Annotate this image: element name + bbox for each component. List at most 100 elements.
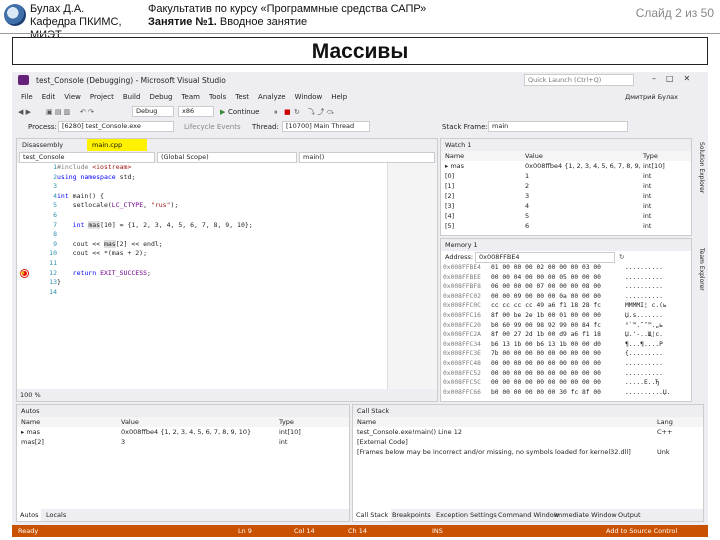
code-line[interactable] [57,230,383,240]
menu-item-team[interactable]: Team [181,90,200,104]
continue-button[interactable]: Continue [228,107,259,117]
undo-icon[interactable]: ↶ ↷ [80,107,94,117]
cell: 1 [525,172,530,180]
code-line[interactable]: int main() { [57,192,383,202]
column-header[interactable]: Name [357,417,657,427]
project-dropdown[interactable]: test_Console [19,152,155,163]
course-title: Факультатив по курсу «Программные средст… [148,3,427,15]
menu-item-window[interactable]: Window [295,90,323,104]
column-header[interactable]: Type [643,151,683,161]
process-dropdown[interactable]: [6280] test_Console.exe [58,121,174,132]
tab-disassembly[interactable]: Disassembly [17,139,68,151]
user-name[interactable]: Дмитрий Булах [625,93,678,101]
autos-row[interactable]: ▸ mas 0x008ffbe4 {1, 2, 3, 4, 5, 6, 7, 8,… [17,427,349,437]
thread-dropdown[interactable]: [10700] Main Thread [282,121,370,132]
new-project-icon[interactable]: ▣ ▤ ▥ [46,107,70,117]
memory-bytes: b0 00 00 00 00 00 30 fc 8f 00 [491,388,601,396]
zoom-level[interactable]: 100 % [20,391,41,399]
column-header[interactable]: Value [525,151,643,161]
member-dropdown[interactable]: main() [299,152,435,163]
editor-tabs: Disassembly main.cpp [17,139,437,151]
tab-immediate-window[interactable]: Immediate Window [551,509,620,521]
code-line[interactable] [57,182,383,192]
quick-launch-input[interactable]: Quick Launch (Ctrl+Q) [524,74,634,86]
refresh-icon[interactable]: ↻ [619,251,624,263]
code-line[interactable] [57,211,383,221]
line-number: 7 [53,220,57,229]
code-line[interactable] [57,259,383,269]
window-controls[interactable]: –□✕ [652,74,700,83]
break-all-icon[interactable]: ⏸ [274,107,278,117]
platform-dropdown[interactable]: x86 [178,106,214,117]
code-line[interactable]: cout << *(mas + 2); [57,249,383,259]
callstack-row[interactable]: test_Console.exe!main() Line 12 C++ [353,427,703,437]
add-to-source-control[interactable]: Add to Source Control [606,525,677,537]
tab-call-stack[interactable]: Call Stack [353,509,392,521]
menu-item-tools[interactable]: Tools [209,90,226,104]
column-header[interactable]: Type [279,417,339,427]
menu-item-debug[interactable]: Debug [149,90,172,104]
menu-item-edit[interactable]: Edit [42,90,56,104]
code-line[interactable]: using namespace std; [57,173,383,183]
stack-frame-dropdown[interactable]: main [488,121,628,132]
watch-row[interactable]: [5] 6 int [441,221,691,231]
column-header[interactable]: Lang [657,417,697,427]
cell: int [643,212,652,220]
column-header[interactable]: Name [21,417,121,427]
grid-header: Name Value Type [441,151,691,161]
code-line[interactable]: #include <iostream> [57,163,383,173]
continue-icon[interactable]: ▶ [220,107,225,117]
watch-row[interactable]: ▸ mas 0x008ffbe4 {1, 2, 3, 4, 5, 6, 7, 8,… [441,161,691,171]
cell: 3 [121,438,126,446]
menu-item-project[interactable]: Project [90,90,114,104]
menu-item-test[interactable]: Test [235,90,249,104]
callstack-row[interactable]: [Frames below may be incorrect and/or mi… [353,447,703,457]
memory-chars: ММММІ¦ c.(ь [625,302,667,310]
tab-breakpoints[interactable]: Breakpoints [389,509,434,521]
code-line[interactable]: int mas[10] = {1, 2, 3, 4, 5, 6, 7, 8, 9… [57,220,383,231]
watch-row[interactable]: [3] 4 int [441,201,691,211]
menu-item-file[interactable]: File [21,90,33,104]
menu-item-build[interactable]: Build [123,90,141,104]
memory-chars: ¶...¶....Р [625,340,663,348]
column-header[interactable]: Name [445,151,525,161]
tab-locals[interactable]: Locals [43,509,69,521]
code-line[interactable]: cout << mas[2] << endl; [57,239,383,250]
thread-label: Thread: [252,123,279,131]
scrollbar-map[interactable] [387,163,437,389]
watch-row[interactable]: [4] 5 int [441,211,691,221]
code-line[interactable] [57,288,383,298]
autos-grid: Name Value Type ▸ mas 0x008ffbe4 {1, 2, 3, 4… [17,417,349,497]
slide-number: Слайд 2 из 50 [635,6,714,20]
menu-item-help[interactable]: Help [331,90,347,104]
lifecycle-events[interactable]: Lifecycle Events [184,122,241,132]
line-number-gutter[interactable]: 1 2 3 4 5 6 7 8 9 10 11 12 13 14 ➜ [17,163,57,389]
code-area[interactable]: #include <iostream> using namespace std; … [57,163,383,389]
code-line[interactable]: return EXIT_SUCCESS; [57,269,383,279]
memory-address-input[interactable]: 0x008FFBE4 [475,252,615,263]
team-explorer-tab[interactable]: Team Explorer [698,248,705,291]
config-dropdown[interactable]: Debug [132,106,174,117]
tab-output[interactable]: Output [615,509,644,521]
code-line[interactable]: } [57,278,383,288]
code-line[interactable]: setlocale(LC_CTYPE, "rus"); [57,201,383,211]
menu-item-view[interactable]: View [64,90,81,104]
memory-chars: .......... [625,369,663,377]
navigate-back-icon[interactable]: ◀ ▶ [18,107,31,117]
restart-icon[interactable]: ↻ [294,107,300,117]
tab-autos[interactable]: Autos [17,509,42,521]
watch-row[interactable]: [0] 1 int [441,171,691,181]
autos-row[interactable]: mas[2] 3 int [17,437,349,447]
menu-item-analyze[interactable]: Analyze [258,90,286,104]
column-header[interactable]: Value [121,417,279,427]
step-into-icon[interactable]: ⤵ ⤴ ⤼ [308,107,334,117]
callstack-row[interactable]: [External Code] [353,437,703,447]
solution-explorer-tab[interactable]: Solution Explorer [698,142,705,193]
watch-row[interactable]: [1] 2 int [441,181,691,191]
tab-exception-settings[interactable]: Exception Settings [433,509,500,521]
watch-row[interactable]: [2] 3 int [441,191,691,201]
scope-dropdown[interactable]: (Global Scope) [157,152,297,163]
stop-debugging-icon[interactable]: ■ [284,107,291,117]
tab-main-cpp[interactable]: main.cpp [87,139,147,151]
memory-bytes: b0 60 99 00 98 92 99 00 84 fc [491,321,601,329]
